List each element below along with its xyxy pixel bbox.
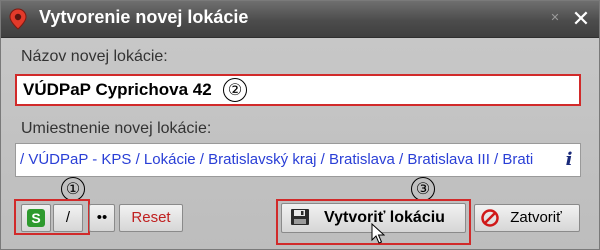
close-button-label: Zatvoriť xyxy=(510,209,562,226)
annotation-marker-3: ③ xyxy=(411,177,435,201)
dialog-window: Vytvorenie novej lokácie ✕ ✕ Názov novej… xyxy=(0,0,600,250)
location-name-value: VÚDPaP Cyprichova 42 xyxy=(23,80,212,99)
annotation-marker-2: ② xyxy=(223,78,247,102)
location-pin-icon xyxy=(9,8,27,30)
floppy-disk-icon xyxy=(291,209,309,225)
location-path-link[interactable]: / VÚDPaP - KPS / Lokácie / Bratislavský … xyxy=(20,151,533,168)
annotation-marker-1: ① xyxy=(61,177,85,201)
location-name-input[interactable]: VÚDPaP Cyprichova 42 xyxy=(15,74,581,106)
title-bar[interactable]: Vytvorenie novej lokácie ✕ ✕ xyxy=(1,1,599,38)
name-label: Názov novej lokácie: xyxy=(21,48,168,65)
dots-button[interactable]: •• xyxy=(89,204,115,232)
reset-label: Reset xyxy=(131,209,171,226)
s-icon: S xyxy=(27,209,45,227)
close-icon[interactable]: ✕ xyxy=(571,8,591,30)
location-path-field[interactable]: / VÚDPaP - KPS / Lokácie / Bratislavský … xyxy=(15,143,581,177)
location-label: Umiestnenie novej lokácie: xyxy=(21,120,212,137)
info-icon[interactable]: i xyxy=(561,151,577,169)
window-title: Vytvorenie novej lokácie xyxy=(39,7,249,27)
pin-icon[interactable]: ✕ xyxy=(546,9,564,27)
close-button[interactable]: Zatvoriť xyxy=(474,204,580,232)
s-button[interactable]: S xyxy=(21,204,51,232)
cancel-icon xyxy=(481,209,499,227)
mouse-cursor-icon xyxy=(371,223,385,244)
slash-button[interactable]: / xyxy=(53,204,83,232)
reset-button[interactable]: Reset xyxy=(119,204,183,232)
